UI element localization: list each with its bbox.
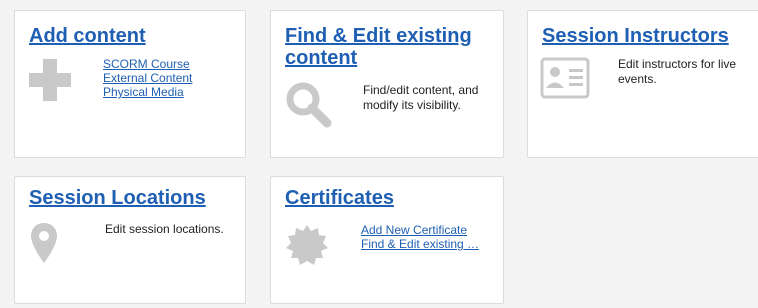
find-edit-title-line1[interactable]: Find & Edit existing <box>285 25 472 47</box>
session-instructors-card: Session Instructors Edit instructors for… <box>527 10 758 158</box>
map-pin-icon <box>29 221 59 270</box>
certificates-links: Add New Certificate Find & Edit existing… <box>361 223 479 251</box>
badge-icon <box>285 223 329 272</box>
session-instructors-description: Edit instructors for live events. <box>618 57 737 86</box>
add-content-card: Add content SCORM Course External Conten… <box>14 10 246 158</box>
session-locations-title[interactable]: Session Locations <box>29 187 206 209</box>
find-edit-existing-certificate-link[interactable]: Find & Edit existing … <box>361 237 479 251</box>
certificates-card: Certificates Add New Certificate Find & … <box>270 176 504 304</box>
find-edit-title-line2[interactable]: content <box>285 47 357 69</box>
add-content-links: SCORM Course External Content Physical M… <box>103 57 192 99</box>
magnifier-icon <box>285 81 333 134</box>
scorm-course-link[interactable]: SCORM Course <box>103 57 192 71</box>
add-content-title[interactable]: Add content <box>29 25 146 47</box>
session-instructors-title[interactable]: Session Instructors <box>542 25 729 47</box>
find-edit-description: Find/edit content, and modify its visibi… <box>363 83 479 112</box>
session-locations-card: Session Locations Edit session locations… <box>14 176 246 304</box>
find-edit-card: Find & Edit existing content Find/edit c… <box>270 10 504 158</box>
physical-media-link[interactable]: Physical Media <box>103 85 192 99</box>
plus-icon <box>27 57 73 108</box>
session-locations-description: Edit session locations. <box>105 222 224 236</box>
certificates-title[interactable]: Certificates <box>285 187 394 209</box>
external-content-link[interactable]: External Content <box>103 71 192 85</box>
id-card-icon <box>540 57 590 104</box>
add-new-certificate-link[interactable]: Add New Certificate <box>361 223 479 237</box>
find-edit-title[interactable]: Find & Edit existing content <box>285 25 472 69</box>
